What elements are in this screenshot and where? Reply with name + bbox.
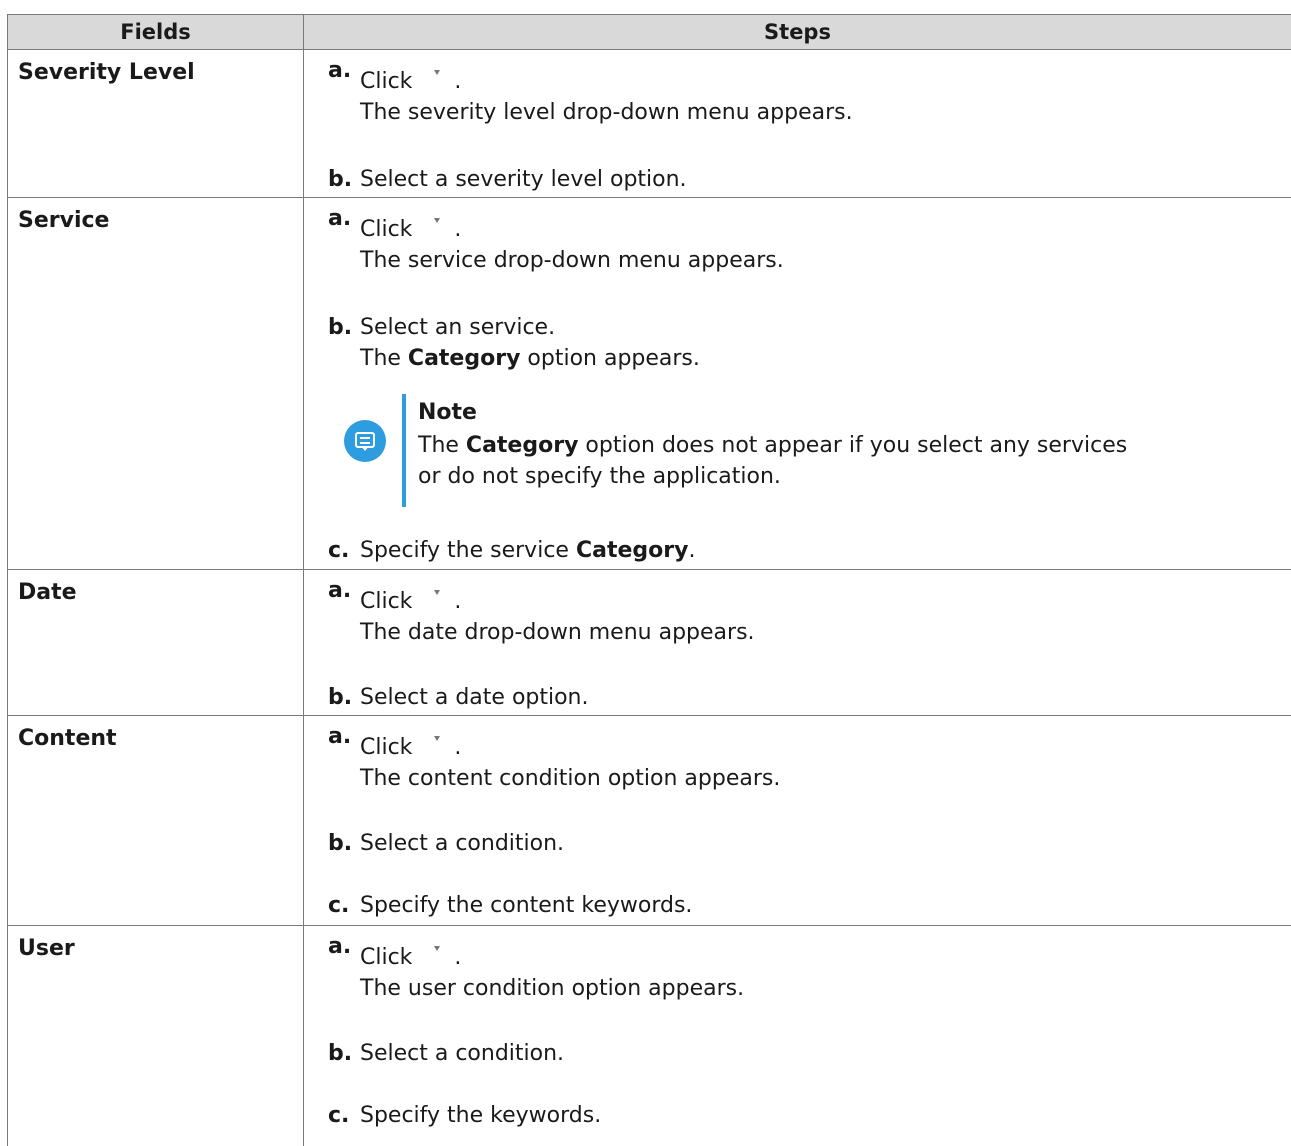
- step-b: b. Select a date option.: [328, 685, 589, 710]
- field-date: Date: [18, 580, 77, 605]
- table-row: Service a. Click. The service drop-down m…: [7, 198, 1291, 570]
- step-b: b. Select a severity level option.: [328, 167, 687, 192]
- step-a: a. Click. The severity level drop-down me…: [328, 58, 853, 125]
- table-row: User a. Click. The user condition option …: [7, 926, 1291, 1146]
- note-accent-bar: [402, 394, 406, 507]
- step-b: b. Select an service. The Category option…: [328, 315, 700, 371]
- note-icon: [344, 420, 386, 462]
- step-c: c. Specify the service Category.: [328, 538, 696, 563]
- header-fields: Fields: [7, 15, 304, 49]
- step-c: c. Specify the content keywords.: [328, 893, 693, 918]
- dropdown-caret-icon: [434, 218, 441, 223]
- note-callout: Note The Category option does not appear…: [344, 394, 1156, 507]
- note-body: The Category option does not appear if y…: [418, 433, 1128, 489]
- step-a: a. Click. The user condition option appea…: [328, 934, 745, 1001]
- field-severity-level: Severity Level: [18, 60, 195, 85]
- dropdown-caret-icon: [434, 70, 441, 75]
- field-content: Content: [18, 726, 117, 751]
- step-b: b. Select a condition.: [328, 831, 565, 856]
- step-a: a. Click. The service drop-down menu appe…: [328, 206, 784, 273]
- step-b: b. Select a condition.: [328, 1041, 565, 1066]
- step-a: a. Click. The date drop-down menu appears…: [328, 578, 755, 645]
- dropdown-caret-icon: [434, 590, 441, 595]
- table-row: Content a. Click. The content condition o…: [7, 716, 1291, 926]
- dropdown-caret-icon: [434, 736, 441, 741]
- header-steps: Steps: [764, 20, 831, 44]
- table-header-row: Fields Steps: [7, 14, 1291, 50]
- field-service: Service: [18, 208, 110, 233]
- table-row: Date a. Click. The date drop-down menu ap…: [7, 570, 1291, 716]
- field-user: User: [18, 936, 75, 961]
- step-a: a. Click. The content condition option ap…: [328, 724, 781, 791]
- note-title: Note: [418, 400, 477, 425]
- table-row: Severity Level a. Click. The severity lev…: [7, 50, 1291, 198]
- fields-steps-table: Fields Steps Severity Level a. Click. The…: [7, 14, 1291, 1146]
- dropdown-caret-icon: [434, 946, 441, 951]
- step-c: c. Specify the keywords.: [328, 1103, 602, 1128]
